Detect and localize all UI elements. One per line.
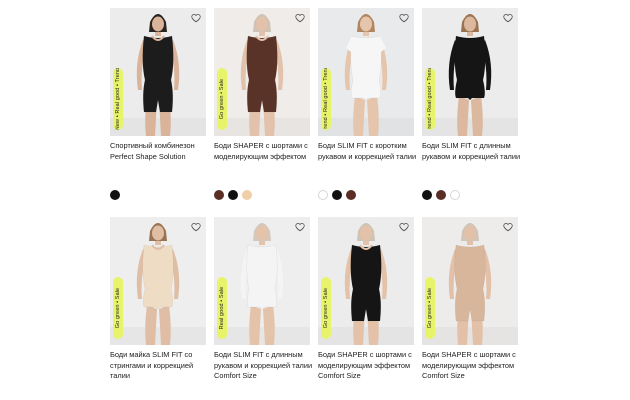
- product-title[interactable]: Боди SHAPER с шортами с моделирующим эфф…: [422, 350, 522, 382]
- product-badge: Go green • Sale: [217, 68, 227, 130]
- heart-icon[interactable]: [399, 13, 409, 23]
- product-photo[interactable]: Go green • Sale: [422, 217, 518, 345]
- color-swatch-black[interactable]: [332, 190, 342, 200]
- product-photo[interactable]: Trend • Real good • Trend: [422, 8, 518, 136]
- product-title[interactable]: Боди SLIM FIT с длинным рукавом и коррек…: [214, 350, 314, 382]
- product-photo[interactable]: New • Real good • Trend: [110, 8, 206, 136]
- color-swatch-white[interactable]: [318, 190, 328, 200]
- product-photo[interactable]: Go green • Sale: [110, 217, 206, 345]
- product-photo[interactable]: Go green • Sale: [318, 217, 414, 345]
- product-badge-label: Trend • Real good • Trend: [427, 68, 433, 130]
- product-badge: Go green • Sale: [321, 277, 331, 339]
- heart-icon[interactable]: [191, 13, 201, 23]
- color-swatch-black[interactable]: [110, 190, 120, 200]
- product-photo[interactable]: Trend • Real good • Trend: [318, 8, 414, 136]
- product-badge-label: Go green • Sale: [219, 78, 225, 120]
- product-title[interactable]: Боди SHAPER с шортами с моделирующим эфф…: [318, 350, 418, 382]
- color-swatch-beige[interactable]: [242, 190, 252, 200]
- product-title[interactable]: Боди SHAPER с шортами с моделирующим эфф…: [214, 141, 314, 162]
- heart-icon[interactable]: [399, 222, 409, 232]
- color-swatch-brown[interactable]: [436, 190, 446, 200]
- heart-icon[interactable]: [295, 13, 305, 23]
- product-badge-label: Go green • Sale: [427, 287, 433, 329]
- product-title[interactable]: Боди майка SLIM FIT со стрингами и корре…: [110, 350, 210, 382]
- color-swatch-white[interactable]: [450, 190, 460, 200]
- product-badge-label: Go green • Sale: [323, 287, 329, 329]
- color-swatch-black[interactable]: [228, 190, 238, 200]
- color-swatches: [110, 190, 120, 202]
- color-swatches: [422, 190, 460, 202]
- product-badge-label: Go green • Sale: [115, 287, 121, 329]
- product-badge: Go green • Sale: [425, 277, 435, 339]
- product-grid: New • Real good • Trend Спортивный комбин…: [110, 0, 520, 400]
- product-badge: Trend • Real good • Trend: [425, 68, 435, 130]
- product-badge: New • Real good • Trend: [113, 68, 123, 130]
- color-swatch-brown[interactable]: [346, 190, 356, 200]
- heart-icon[interactable]: [191, 222, 201, 232]
- product-photo[interactable]: Real good • Sale: [214, 217, 310, 345]
- product-badge: Real good • Sale: [217, 277, 227, 339]
- heart-icon[interactable]: [295, 222, 305, 232]
- color-swatch-black[interactable]: [422, 190, 432, 200]
- product-photo[interactable]: Go green • Sale: [214, 8, 310, 136]
- heart-icon[interactable]: [503, 222, 513, 232]
- product-badge-label: Trend • Real good • Trend: [323, 68, 329, 130]
- heart-icon[interactable]: [503, 13, 513, 23]
- color-swatch-brown[interactable]: [214, 190, 224, 200]
- product-badge-label: Real good • Sale: [219, 286, 225, 330]
- color-swatches: [214, 190, 252, 202]
- product-title[interactable]: Боди SLIM FIT с коротким рукавом и корре…: [318, 141, 418, 162]
- product-badge: Trend • Real good • Trend: [321, 68, 331, 130]
- product-badge-label: New • Real good • Trend: [115, 68, 121, 130]
- color-swatches: [318, 190, 356, 202]
- product-title[interactable]: Спортивный комбинезон Perfect Shape Solu…: [110, 141, 210, 162]
- product-badge: Go green • Sale: [113, 277, 123, 339]
- product-title[interactable]: Боди SLIM FIT с длинным рукавом и коррек…: [422, 141, 522, 162]
